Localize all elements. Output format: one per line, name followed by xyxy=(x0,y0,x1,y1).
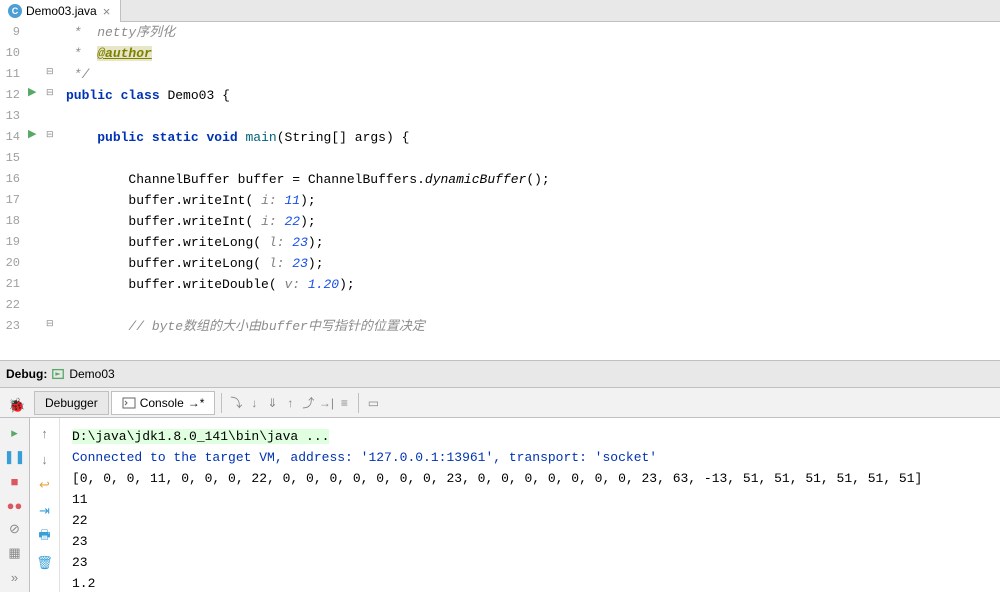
debug-panel-header: Debug: Demo03 xyxy=(0,360,1000,388)
fold-icon[interactable]: ⊟ xyxy=(46,129,54,140)
stop-icon[interactable]: ■ xyxy=(6,472,24,490)
toolbar-icon[interactable]: ▭ xyxy=(365,395,381,411)
evaluate-icon[interactable]: ≡ xyxy=(336,395,352,411)
code-editor[interactable]: 9 10 11 12 13 14 15 16 17 18 19 20 21 22… xyxy=(0,22,1000,360)
debug-bug-icon[interactable]: 🐞 xyxy=(8,397,25,414)
console-side-toolbar: ↑ ↓ ↩ ⇥ 🖶 🗑 xyxy=(30,418,60,592)
scroll-end-icon[interactable]: ⇥ xyxy=(36,502,54,520)
console-icon xyxy=(122,396,136,410)
tab-filename: Demo03.java xyxy=(26,4,97,18)
close-icon[interactable]: × xyxy=(101,4,113,19)
step-out-icon[interactable]: ↑ xyxy=(282,395,298,411)
mute-breakpoints-icon[interactable]: ⊘ xyxy=(6,520,24,538)
console-output[interactable]: D:\java\jdk1.8.0_141\bin\java ... Connec… xyxy=(60,418,1000,592)
more-icon[interactable]: » xyxy=(6,568,24,586)
console-line: 11 xyxy=(72,489,988,510)
run-gutter: ▶ ▶ xyxy=(26,22,44,360)
debug-toolbar: Debugger Console →* ⤵ ↓ ⇓ ↑ ⤴ →| ≡ ▭ xyxy=(0,388,1000,418)
step-into-icon[interactable]: ↓ xyxy=(246,395,262,411)
java-class-icon: C xyxy=(8,4,22,18)
fold-gutter: ⊟ ⊟ ⊟ ⊟ xyxy=(44,22,66,360)
run-method-icon[interactable]: ▶ xyxy=(28,127,36,140)
step-over-icon[interactable]: ⤵ xyxy=(228,395,244,411)
pause-icon[interactable]: ❚❚ xyxy=(6,448,24,466)
pin-icon: →* xyxy=(188,396,205,410)
console-line: 23 xyxy=(72,552,988,573)
force-step-into-icon[interactable]: ⇓ xyxy=(264,395,280,411)
view-breakpoints-icon[interactable]: ●● xyxy=(6,496,24,514)
run-class-icon[interactable]: ▶ xyxy=(28,85,36,98)
debug-label: Debug: xyxy=(6,367,47,381)
editor-tab-bar: C Demo03.java × xyxy=(0,0,1000,22)
console-line: 22 xyxy=(72,510,988,531)
down-icon[interactable]: ↓ xyxy=(36,450,54,468)
console-area: ▶ ▸ ❚❚ ■ ●● ⊘ ▦ » ↑ ↓ ↩ ⇥ 🖶 🗑 D:\java\jd… xyxy=(0,418,1000,592)
debug-config-icon xyxy=(51,367,65,381)
print-icon[interactable]: 🖶 xyxy=(36,528,54,546)
fold-up-icon[interactable]: ⊟ xyxy=(46,318,54,329)
console-line: 23 xyxy=(72,531,988,552)
debugger-tab[interactable]: Debugger xyxy=(34,391,109,415)
console-line: [0, 0, 0, 11, 0, 0, 0, 22, 0, 0, 0, 0, 0… xyxy=(72,468,988,489)
debug-target: Demo03 xyxy=(69,367,114,381)
drop-frame-icon[interactable]: ⤴ xyxy=(300,395,316,411)
debug-left-toolbar: ▶ ▸ ❚❚ ■ ●● ⊘ ▦ » xyxy=(0,418,30,592)
settings-icon[interactable]: ▦ xyxy=(6,544,24,562)
console-line: 1.2 xyxy=(72,573,988,594)
code-content[interactable]: * netty序列化 * @author */ public class Dem… xyxy=(66,22,1000,360)
clear-icon[interactable]: 🗑 xyxy=(36,554,54,572)
command-line: D:\java\jdk1.8.0_141\bin\java ... xyxy=(72,429,329,444)
vm-connect-line: Connected to the target VM, address: '12… xyxy=(72,447,988,468)
up-icon[interactable]: ↑ xyxy=(36,424,54,442)
soft-wrap-icon[interactable]: ↩ xyxy=(36,476,54,494)
line-number-gutter: 9 10 11 12 13 14 15 16 17 18 19 20 21 22… xyxy=(0,22,26,360)
run-to-cursor-icon[interactable]: →| xyxy=(318,395,334,411)
resume-icon[interactable]: ▸ xyxy=(6,424,24,442)
fold-up-icon[interactable]: ⊟ xyxy=(46,66,54,77)
fold-icon[interactable]: ⊟ xyxy=(46,87,54,98)
console-tab[interactable]: Console →* xyxy=(111,391,216,415)
editor-tab[interactable]: C Demo03.java × xyxy=(0,0,121,22)
author-tag: @author xyxy=(97,46,152,61)
